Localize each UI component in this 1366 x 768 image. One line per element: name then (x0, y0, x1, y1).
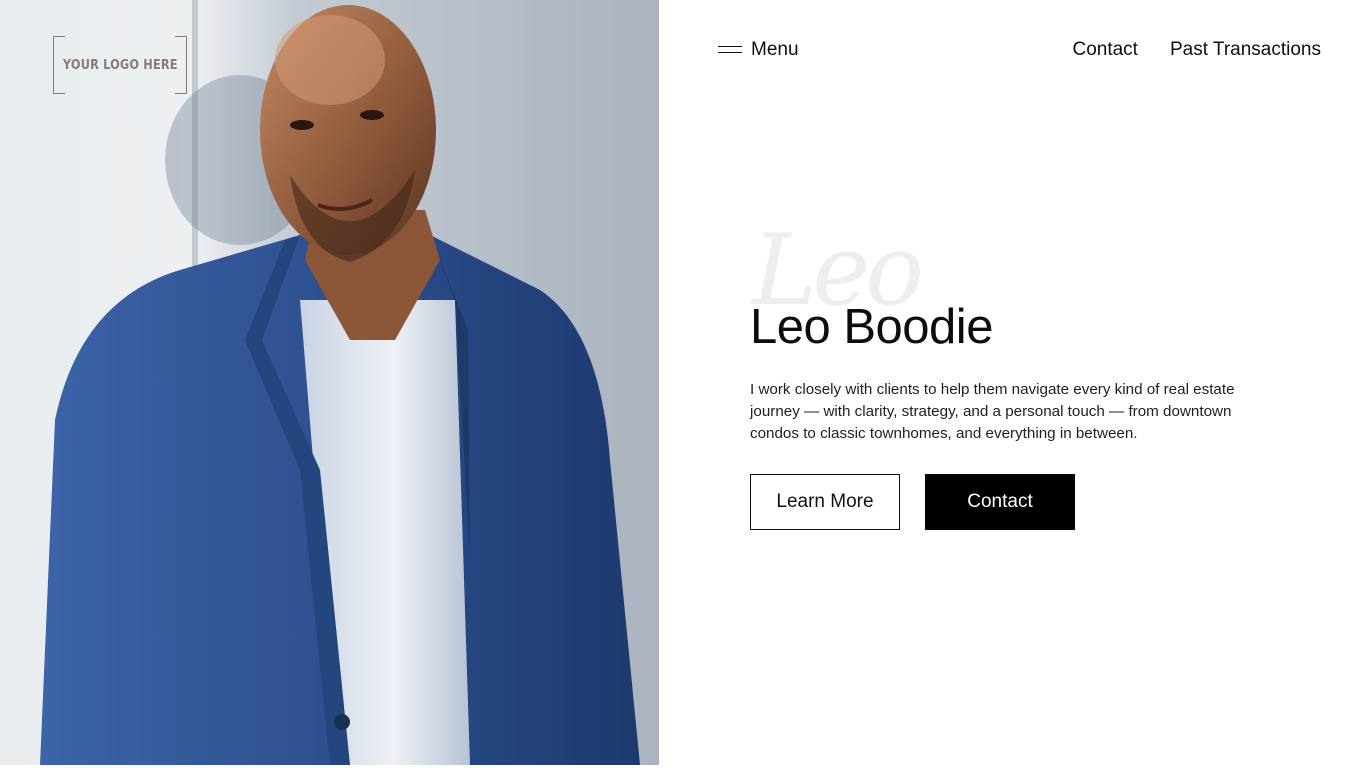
contact-button[interactable]: Contact (925, 474, 1075, 530)
nav-link-past-transactions[interactable]: Past Transactions (1170, 39, 1321, 61)
logo-placeholder[interactable]: YOUR LOGO HERE (53, 36, 187, 94)
learn-more-button[interactable]: Learn More (750, 474, 900, 530)
logo-text: YOUR LOGO HERE (62, 57, 178, 73)
hamburger-icon (718, 45, 742, 56)
hero-photo: YOUR LOGO HERE (0, 0, 659, 765)
agent-bio: I work closely with clients to help them… (750, 381, 1235, 442)
agent-name: Leo Boodie (750, 300, 993, 354)
nav-link-contact[interactable]: Contact (1072, 39, 1137, 61)
logo-bracket-right (175, 36, 187, 94)
agent-portrait-image (0, 0, 659, 765)
top-nav: Contact Past Transactions (1072, 36, 1321, 64)
menu-button[interactable]: Menu (718, 36, 799, 64)
menu-label: Menu (751, 39, 799, 60)
